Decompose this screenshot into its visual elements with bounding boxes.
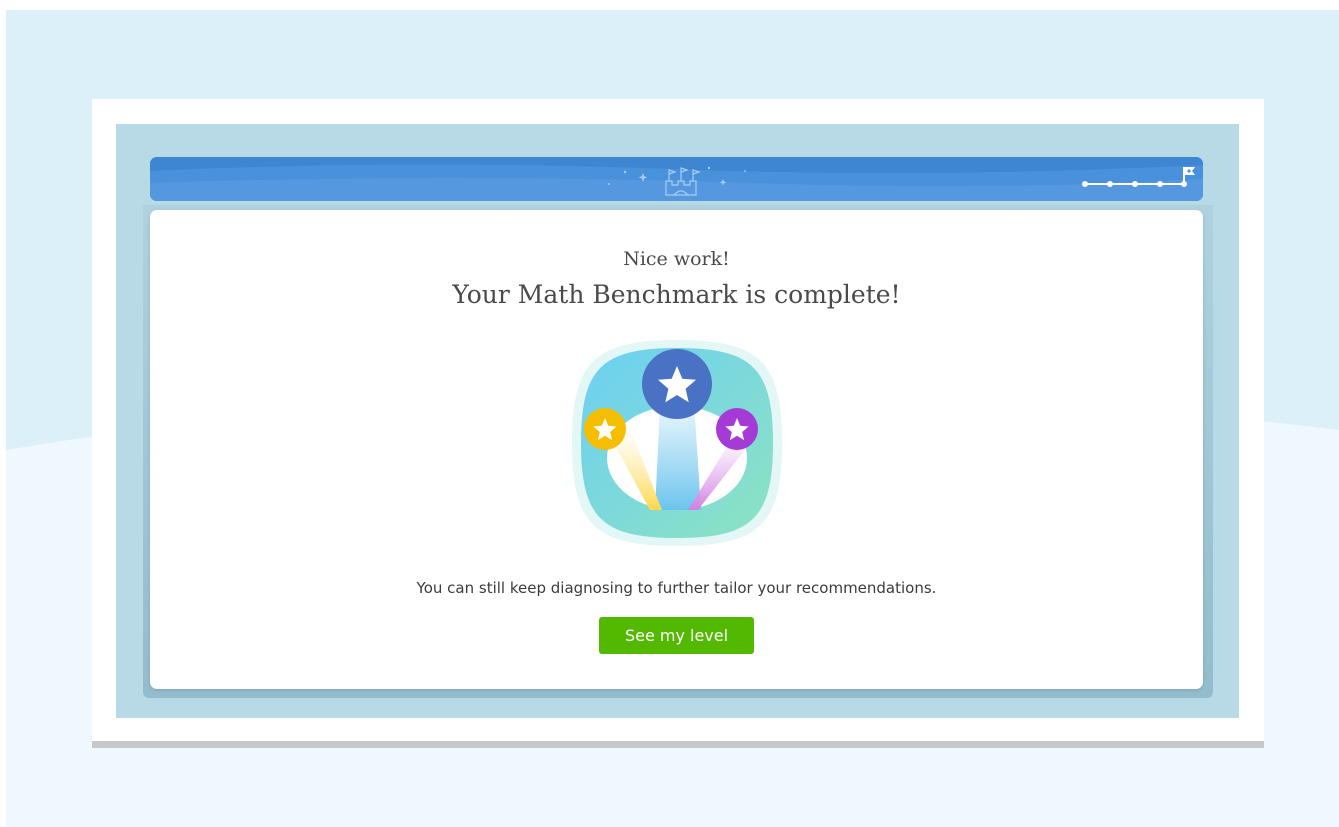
completion-card: Nice work! Your Math Benchmark is comple…	[150, 210, 1203, 689]
see-my-level-button[interactable]: See my level	[599, 617, 754, 654]
completion-subtitle: Nice work!	[623, 248, 730, 270]
page-title: Your Math Benchmark is complete!	[452, 280, 901, 309]
progress-header	[150, 157, 1203, 201]
stars-badge-icon	[572, 340, 782, 546]
recommendation-message: You can still keep diagnosing to further…	[416, 579, 937, 597]
